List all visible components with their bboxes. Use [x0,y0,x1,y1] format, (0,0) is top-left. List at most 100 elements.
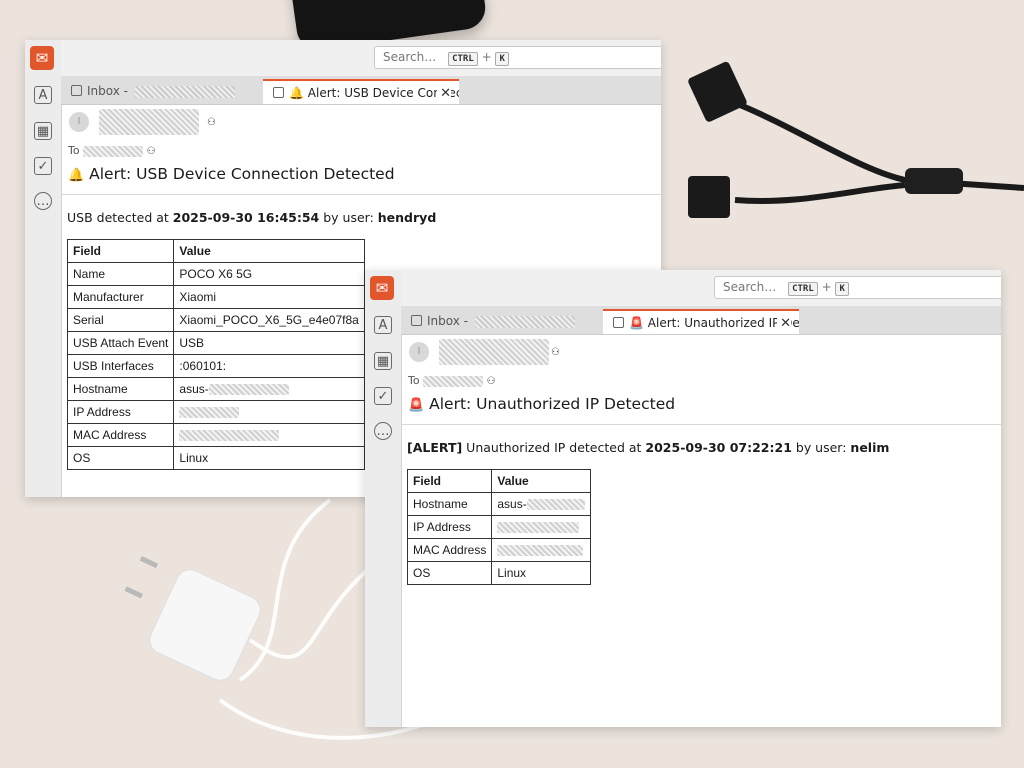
details-table: Field Value Hostname asus- IP Address MAC… [406,469,591,585]
message-icon [273,87,284,98]
message-summary: USB detected at 2025-09-30 16:45:54 by u… [67,210,437,225]
tasks-icon[interactable]: ✓ [374,387,392,405]
contact-icon[interactable]: ⚇ [551,347,560,358]
value-cell: USB [173,331,365,355]
table-header-row: Field Value [406,469,591,493]
mail-app-logo-icon[interactable]: ✉ [30,46,54,70]
redacted-ip-address [497,522,580,534]
header-divider [401,424,1001,425]
inbox-icon [71,85,82,96]
tab-inbox[interactable]: Inbox - [401,309,597,334]
value-cell: Xiaomi [173,285,365,309]
shortcut-key-ctrl: CTRL [788,282,818,296]
field-cell: MAC Address [66,423,175,447]
tab-usb-alert[interactable]: 🔔 Alert: USB Device Connecti ✕ [263,79,459,104]
value-cell: Linux [173,446,365,470]
username: nelim [850,440,890,455]
redacted-mac-address [497,545,584,557]
app-sidebar: ✉ A ▦ ✓ … [365,270,402,727]
recipient-line: To ⚇ [408,374,496,387]
sender-avatar: I [409,342,429,362]
top-bar: Search… CTRL + K [401,270,1001,306]
detection-datetime: 2025-09-30 16:45:54 [172,210,320,225]
value-cell: Xiaomi_POCO_X6_5G_e4e07f8a [173,308,365,332]
column-header-field: Field [66,239,175,263]
tab-inbox-label: Inbox - [87,84,128,98]
bell-icon: 🔔 [289,86,304,100]
table-row: OS Linux [66,446,365,470]
contact-icon[interactable]: ⚇ [207,117,216,128]
redacted-sender [99,109,199,135]
contact-icon[interactable]: ⚇ [487,376,496,387]
address-book-icon[interactable]: A [34,86,52,104]
value-cell: :060101: [173,354,365,378]
value-cell: Linux [491,561,591,585]
siren-icon: 🚨 [629,316,644,330]
header-divider [61,194,661,195]
tasks-icon[interactable]: ✓ [34,157,52,175]
redacted-recipient [423,375,484,387]
field-cell: Hostname [406,492,493,516]
field-cell: IP Address [406,515,493,539]
shortcut-key-ctrl: CTRL [448,52,478,66]
top-bar: Search… CTRL + K [61,40,661,76]
details-table: Field Value Name POCO X6 5G Manufacturer X… [66,239,365,470]
chat-icon[interactable]: … [34,192,52,210]
value-cell: POCO X6 5G [173,262,365,286]
field-cell: Serial [66,308,175,332]
tab-bar: Inbox - 🚨 Alert: Unauthorized IP Det ✕ [401,306,1001,335]
tab-inbox-label: Inbox - [427,314,468,328]
username: hendryd [377,210,437,225]
redacted-hostname [526,499,585,511]
table-row: Manufacturer Xiaomi [66,285,365,309]
contact-icon[interactable]: ⚇ [147,146,156,157]
column-header-field: Field [406,469,493,493]
to-label: To [408,374,420,387]
redacted-account [474,315,575,328]
address-book-icon[interactable]: A [374,316,392,334]
message-subject: 🔔 Alert: USB Device Connection Detected [68,165,395,183]
close-tab-icon[interactable]: ✕ [437,81,451,104]
shortcut-key-k: K [835,282,849,296]
bell-icon: 🔔 [68,168,85,183]
mail-app-logo-icon[interactable]: ✉ [370,276,394,300]
sender-avatar: I [69,112,89,132]
field-cell: IP Address [66,400,175,424]
message-icon [613,317,624,328]
message-body: [ALERT] Unauthorized IP detected at 2025… [406,440,995,585]
subject-text: Alert: USB Device Connection Detected [89,165,395,183]
field-cell: Hostname [66,377,175,401]
calendar-icon[interactable]: ▦ [374,352,392,370]
inbox-icon [411,315,422,326]
field-cell: USB Attach Event [66,331,175,355]
value-cell [173,400,365,424]
tab-inbox[interactable]: Inbox - [61,79,257,104]
value-cell [491,538,591,562]
app-sidebar: ✉ A ▦ ✓ … [25,40,62,497]
search-input[interactable]: Search… CTRL + K [714,276,1001,299]
table-header-row: Field Value [66,239,365,263]
field-cell: USB Interfaces [66,354,175,378]
tab-ip-alert[interactable]: 🚨 Alert: Unauthorized IP Det ✕ [603,309,799,334]
to-label: To [68,144,80,157]
table-row: Name POCO X6 5G [66,262,365,286]
close-tab-icon[interactable]: ✕ [777,311,791,334]
table-row: USB Interfaces:060101: [66,354,365,378]
calendar-icon[interactable]: ▦ [34,122,52,140]
table-row: IP Address [406,515,591,539]
redacted-recipient [83,145,144,157]
field-cell: Manufacturer [66,285,175,309]
chat-icon[interactable]: … [374,422,392,440]
search-input[interactable]: Search… CTRL + K [374,46,661,69]
table-row: OS Linux [406,561,591,585]
tab-bar: Inbox - 🔔 Alert: USB Device Connecti ✕ [61,76,661,105]
redacted-hostname [208,384,289,396]
field-cell: MAC Address [406,538,493,562]
recipient-line: To ⚇ [68,144,156,157]
redacted-sender [439,339,549,365]
table-row: IP Address [66,400,365,424]
detection-datetime: 2025-09-30 07:22:21 [645,440,792,455]
redacted-account [134,85,235,98]
email-window-ip-alert: ✉ A ▦ ✓ … Search… CTRL + K Inbox - 🚨 Ale… [365,270,1001,727]
value-cell [491,515,591,539]
